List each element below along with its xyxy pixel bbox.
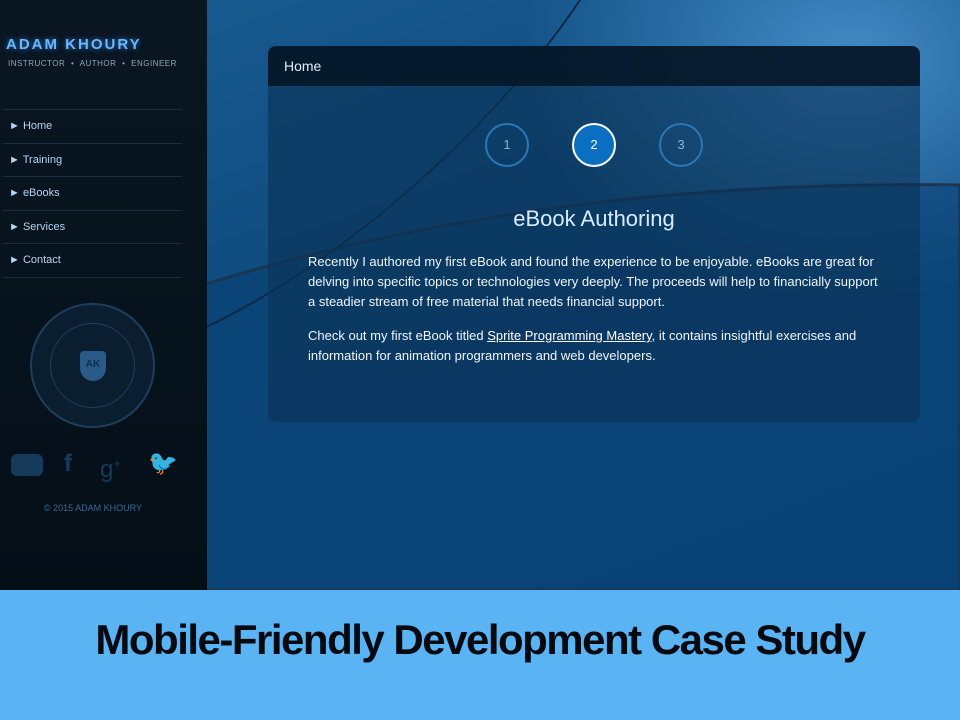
- twitter-icon[interactable]: 🐦: [148, 450, 178, 478]
- slide-title: eBook Authoring: [513, 206, 675, 231]
- slide-paragraph-2: Check out my first eBook titled Sprite P…: [308, 326, 878, 366]
- google-plus-icon[interactable]: g+: [100, 450, 121, 484]
- nav-home[interactable]: ► Home: [3, 110, 182, 144]
- site-logo[interactable]: ADAM KHOURY: [6, 36, 142, 53]
- nav-services[interactable]: ► Services: [3, 211, 182, 244]
- panel-header: Home: [268, 46, 920, 86]
- slide-3-button[interactable]: 3: [659, 123, 703, 167]
- site-background: ADAM KHOURY INSTRUCTOR • AUTHOR • ENGINE…: [0, 0, 960, 590]
- sidebar: ADAM KHOURY INSTRUCTOR • AUTHOR • ENGINE…: [0, 0, 207, 590]
- content-panel: Home 1 2 3 eBook Authoring Recently I au…: [268, 46, 920, 422]
- slide-1-button[interactable]: 1: [485, 123, 529, 167]
- main-nav: ► Home ► Training ► eBooks ► Services ► …: [3, 109, 182, 278]
- seal-initials: AK: [80, 351, 106, 381]
- copyright: © 2015 ADAM KHOURY: [44, 503, 143, 513]
- caption-banner: Mobile-Friendly Development Case Study: [0, 590, 960, 720]
- youtube-icon[interactable]: [11, 454, 43, 476]
- facebook-icon[interactable]: f: [64, 450, 72, 478]
- ebook-link[interactable]: Sprite Programming Mastery: [487, 328, 651, 343]
- nav-training[interactable]: ► Training: [3, 144, 182, 177]
- tagline: INSTRUCTOR • AUTHOR • ENGINEER: [8, 59, 177, 68]
- nav-contact[interactable]: ► Contact: [3, 244, 182, 278]
- ak-seal-logo: AK: [30, 303, 155, 428]
- para2-text: Check out my first eBook titled: [308, 328, 488, 343]
- slide-2-button[interactable]: 2: [572, 123, 616, 167]
- slide-paragraph-1: Recently I authored my first eBook and f…: [308, 254, 878, 309]
- banner-title: Mobile-Friendly Development Case Study: [95, 616, 866, 663]
- nav-ebooks[interactable]: ► eBooks: [3, 177, 182, 211]
